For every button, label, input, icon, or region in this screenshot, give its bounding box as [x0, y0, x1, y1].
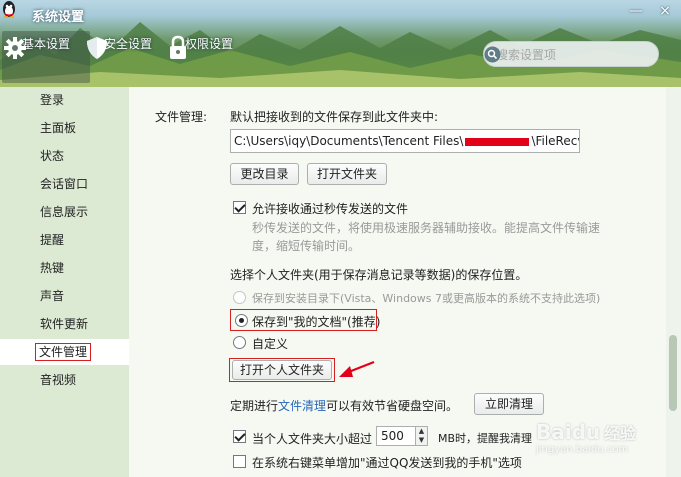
radio-my-documents-label: 保存到"我的文档"(推荐)	[252, 315, 381, 329]
allow-fast-transfer-label: 允许接收通过秒传发送的文件	[252, 202, 409, 216]
open-personal-folder-button[interactable]: 打开个人文件夹	[232, 360, 332, 380]
sidebar-item-hotkeys[interactable]: 热键	[0, 255, 129, 281]
sidebar-item-login[interactable]: 登录	[0, 87, 129, 113]
chevron-down-icon[interactable]: ▼	[416, 436, 427, 445]
watermark-brand: Baidu	[536, 420, 601, 444]
radio-custom-label: 自定义	[252, 337, 289, 351]
receive-path-field[interactable]: C:\Users\iqy\Documents\Tencent Files\ \Fi…	[230, 129, 580, 153]
size-limit-input[interactable]: 500	[376, 426, 416, 446]
sidebar-item-status[interactable]: 状态	[0, 143, 129, 169]
qq-penguin-icon	[3, 1, 15, 18]
scrollbar-thumb[interactable]	[669, 335, 677, 411]
minimize-button[interactable]: —	[625, 2, 647, 20]
title-bar: 系统设置 — ×	[0, 0, 681, 30]
change-directory-button[interactable]: 更改目录	[230, 163, 299, 185]
watermark-sub: 经验	[604, 424, 637, 443]
size-limit-prefix: 当个人文件夹大小超过	[252, 432, 373, 446]
chevron-up-icon[interactable]: ▲	[416, 427, 427, 436]
tab-permission-settings[interactable]: 权限设置	[165, 31, 253, 83]
allow-fast-transfer-checkbox[interactable]	[233, 201, 246, 214]
baidu-watermark: Baidu 经验 jingyan.baidu.com	[536, 420, 666, 472]
gear-icon	[4, 37, 26, 59]
sidebar-item-audio-video[interactable]: 音视频	[0, 367, 129, 393]
tab-security-settings[interactable]: 安全设置	[84, 31, 172, 83]
fast-transfer-desc-line2: 度，缩短传输时间。	[252, 239, 361, 253]
sidebar-item-info-display[interactable]: 信息展示	[0, 199, 129, 225]
cleanup-now-button[interactable]: 立即清理	[474, 393, 544, 415]
personal-folder-label: 选择个人文件夹(用于保存消息记录等数据)的保存位置。	[230, 268, 528, 282]
sidebar-item-main-panel[interactable]: 主面板	[0, 115, 129, 141]
sidebar-item-file-management[interactable]: 文件管理	[0, 339, 129, 365]
size-limit-suffix: MB时，提醒我清理	[438, 432, 533, 445]
redaction-mark	[465, 137, 530, 146]
watermark-url: jingyan.baidu.com	[536, 444, 629, 455]
header-banner: 系统设置 — × 基本设置 安全设置 权限设置 搜索设置项	[0, 0, 681, 87]
window-title: 系统设置	[32, 10, 85, 25]
search-icon[interactable]	[484, 46, 501, 63]
size-limit-checkbox[interactable]	[233, 430, 246, 443]
context-menu-label: 在系统右键菜单增加"通过QQ发送到我的手机"选项	[252, 456, 522, 470]
sidebar-item-chat-window[interactable]: 会话窗口	[0, 171, 129, 197]
radio-custom[interactable]	[233, 336, 246, 349]
lock-icon	[170, 35, 186, 59]
open-folder-button[interactable]: 打开文件夹	[307, 163, 387, 185]
sidebar: 登录 主面板 状态 会话窗口 信息展示 提醒 热键 声音 软件更新 文件管理 音…	[0, 87, 129, 477]
context-menu-checkbox[interactable]	[233, 455, 246, 468]
fast-transfer-desc-line1: 秒传发送的文件，将使用极速服务器辅助接收。能提高文件传输速	[252, 221, 601, 235]
save-folder-description: 默认把接收到的文件保存到此文件夹中:	[230, 110, 439, 124]
sidebar-item-software-update[interactable]: 软件更新	[0, 311, 129, 337]
file-cleanup-link[interactable]: 文件清理	[278, 399, 326, 413]
sidebar-item-reminder[interactable]: 提醒	[0, 227, 129, 253]
tab-basic-settings[interactable]: 基本设置	[2, 31, 90, 83]
radio-install-dir	[233, 291, 246, 304]
scrollbar[interactable]	[666, 87, 681, 477]
search-box[interactable]	[483, 41, 659, 67]
red-arrow-annotation	[339, 360, 375, 377]
close-button[interactable]: ×	[654, 2, 676, 20]
sidebar-item-sound[interactable]: 声音	[0, 283, 129, 309]
radio-my-documents[interactable]	[235, 314, 248, 327]
radio-install-dir-label: 保存到安装目录下(Vista、Windows 7或更高版本的系统不支持此选项)	[252, 292, 601, 305]
search-input[interactable]	[496, 46, 626, 63]
section-label: 文件管理:	[155, 110, 208, 124]
path-suffix: \FileRecv\	[531, 134, 579, 148]
cleanup-description: 定期进行文件清理可以有效节省硬盘空间。	[230, 399, 459, 413]
size-limit-stepper[interactable]: ▲ ▼	[415, 426, 428, 446]
shield-icon	[87, 37, 107, 59]
path-prefix: C:\Users\iqy\Documents\Tencent Files\	[234, 134, 464, 148]
